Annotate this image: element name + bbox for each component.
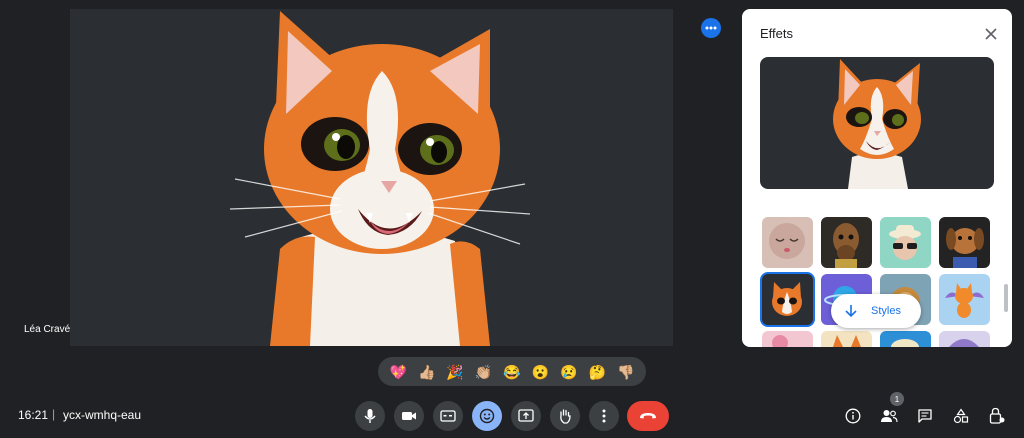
effect-tile-orange-cat[interactable] <box>762 274 813 325</box>
purple-hat-icon <box>949 339 979 347</box>
effects-panel: Effets Styles <box>742 9 1012 347</box>
effect-tile-closed-eyes-face[interactable] <box>762 217 813 268</box>
panel-title: Effets <box>760 26 794 41</box>
effect-tile-sunglasses-hat[interactable] <box>880 217 931 268</box>
closed-eyes-face-icon <box>769 223 805 259</box>
effects-button[interactable] <box>472 401 502 431</box>
people-icon <box>881 410 898 423</box>
effect-tile-blue-sky[interactable] <box>880 331 931 347</box>
hand-icon <box>560 409 571 424</box>
pink-flower-icon <box>772 335 788 347</box>
meeting-time: 16:21 <box>18 408 49 422</box>
effect-tile-cat-ears[interactable] <box>821 331 872 347</box>
chat-button[interactable] <box>914 405 936 427</box>
arrow-down-icon <box>845 305 857 318</box>
captions-icon <box>440 410 456 422</box>
info-icon <box>845 408 861 424</box>
dog-icon <box>946 228 984 268</box>
captions-button[interactable] <box>433 401 463 431</box>
blue-sky-icon <box>891 339 919 347</box>
microphone-button[interactable] <box>355 401 385 431</box>
reactions-bar: 💖 👍🏼 🎉 👏🏼 😂 😮 😢 🤔 👎🏼 <box>378 357 646 386</box>
more-horizontal-icon <box>705 26 717 30</box>
cat-preview-image <box>833 59 921 189</box>
reaction-thumbs-down[interactable]: 👎🏼 <box>617 365 634 379</box>
styles-button[interactable]: Styles <box>831 294 921 328</box>
more-vertical-icon <box>602 409 606 423</box>
main-video-tile <box>70 9 673 346</box>
winged-cat-icon <box>945 283 984 318</box>
effect-tile-pink-flower[interactable] <box>762 331 813 347</box>
reaction-heart[interactable]: 💖 <box>390 365 407 379</box>
chat-icon <box>918 409 932 423</box>
hang-up-icon <box>640 413 656 419</box>
reaction-clap[interactable]: 👏🏼 <box>475 365 492 379</box>
time-separator: | <box>52 407 56 421</box>
host-controls-button[interactable] <box>986 405 1008 427</box>
reaction-party[interactable]: 🎉 <box>446 365 463 379</box>
effect-tile-winged-cat[interactable] <box>939 274 990 325</box>
microphone-icon <box>364 409 376 423</box>
video-camera-icon <box>402 412 416 420</box>
reaction-laugh[interactable]: 😂 <box>503 365 520 379</box>
effect-tile-horse[interactable] <box>821 217 872 268</box>
present-screen-button[interactable] <box>511 401 541 431</box>
reaction-surprised[interactable]: 😮 <box>532 365 549 379</box>
leave-call-button[interactable] <box>627 401 669 431</box>
present-screen-icon <box>518 409 534 422</box>
more-options-button[interactable] <box>589 401 619 431</box>
activities-button[interactable] <box>950 405 972 427</box>
activities-icon <box>953 408 969 424</box>
emoji-effects-icon <box>479 408 495 424</box>
effect-tile-purple-hat[interactable] <box>939 331 990 347</box>
people-count-badge: 1 <box>890 392 904 406</box>
meeting-details-button[interactable] <box>842 405 864 427</box>
tile-more-options-button[interactable] <box>701 18 721 38</box>
sunglasses-hat-icon <box>889 225 921 260</box>
meeting-code: ycx-wmhq-eau <box>63 408 142 422</box>
effect-preview <box>760 57 994 189</box>
cat-avatar-image <box>229 11 531 346</box>
close-icon <box>985 28 997 40</box>
orange-cat-icon <box>772 282 802 316</box>
raise-hand-button[interactable] <box>550 401 580 431</box>
reaction-sad[interactable]: 😢 <box>560 365 577 379</box>
panel-scrollbar[interactable] <box>1004 284 1008 312</box>
camera-button[interactable] <box>394 401 424 431</box>
horse-icon <box>833 223 859 268</box>
reaction-thumbs-up[interactable]: 👍🏼 <box>418 365 435 379</box>
people-button[interactable] <box>878 405 900 427</box>
reaction-thinking[interactable]: 🤔 <box>589 365 606 379</box>
styles-button-label: Styles <box>871 305 901 317</box>
effect-tile-dog[interactable] <box>939 217 990 268</box>
participant-name: Léa Cravé <box>24 324 71 335</box>
close-panel-button[interactable] <box>981 24 1001 44</box>
lock-person-icon <box>989 407 1005 424</box>
cat-ears-icon <box>833 335 861 347</box>
